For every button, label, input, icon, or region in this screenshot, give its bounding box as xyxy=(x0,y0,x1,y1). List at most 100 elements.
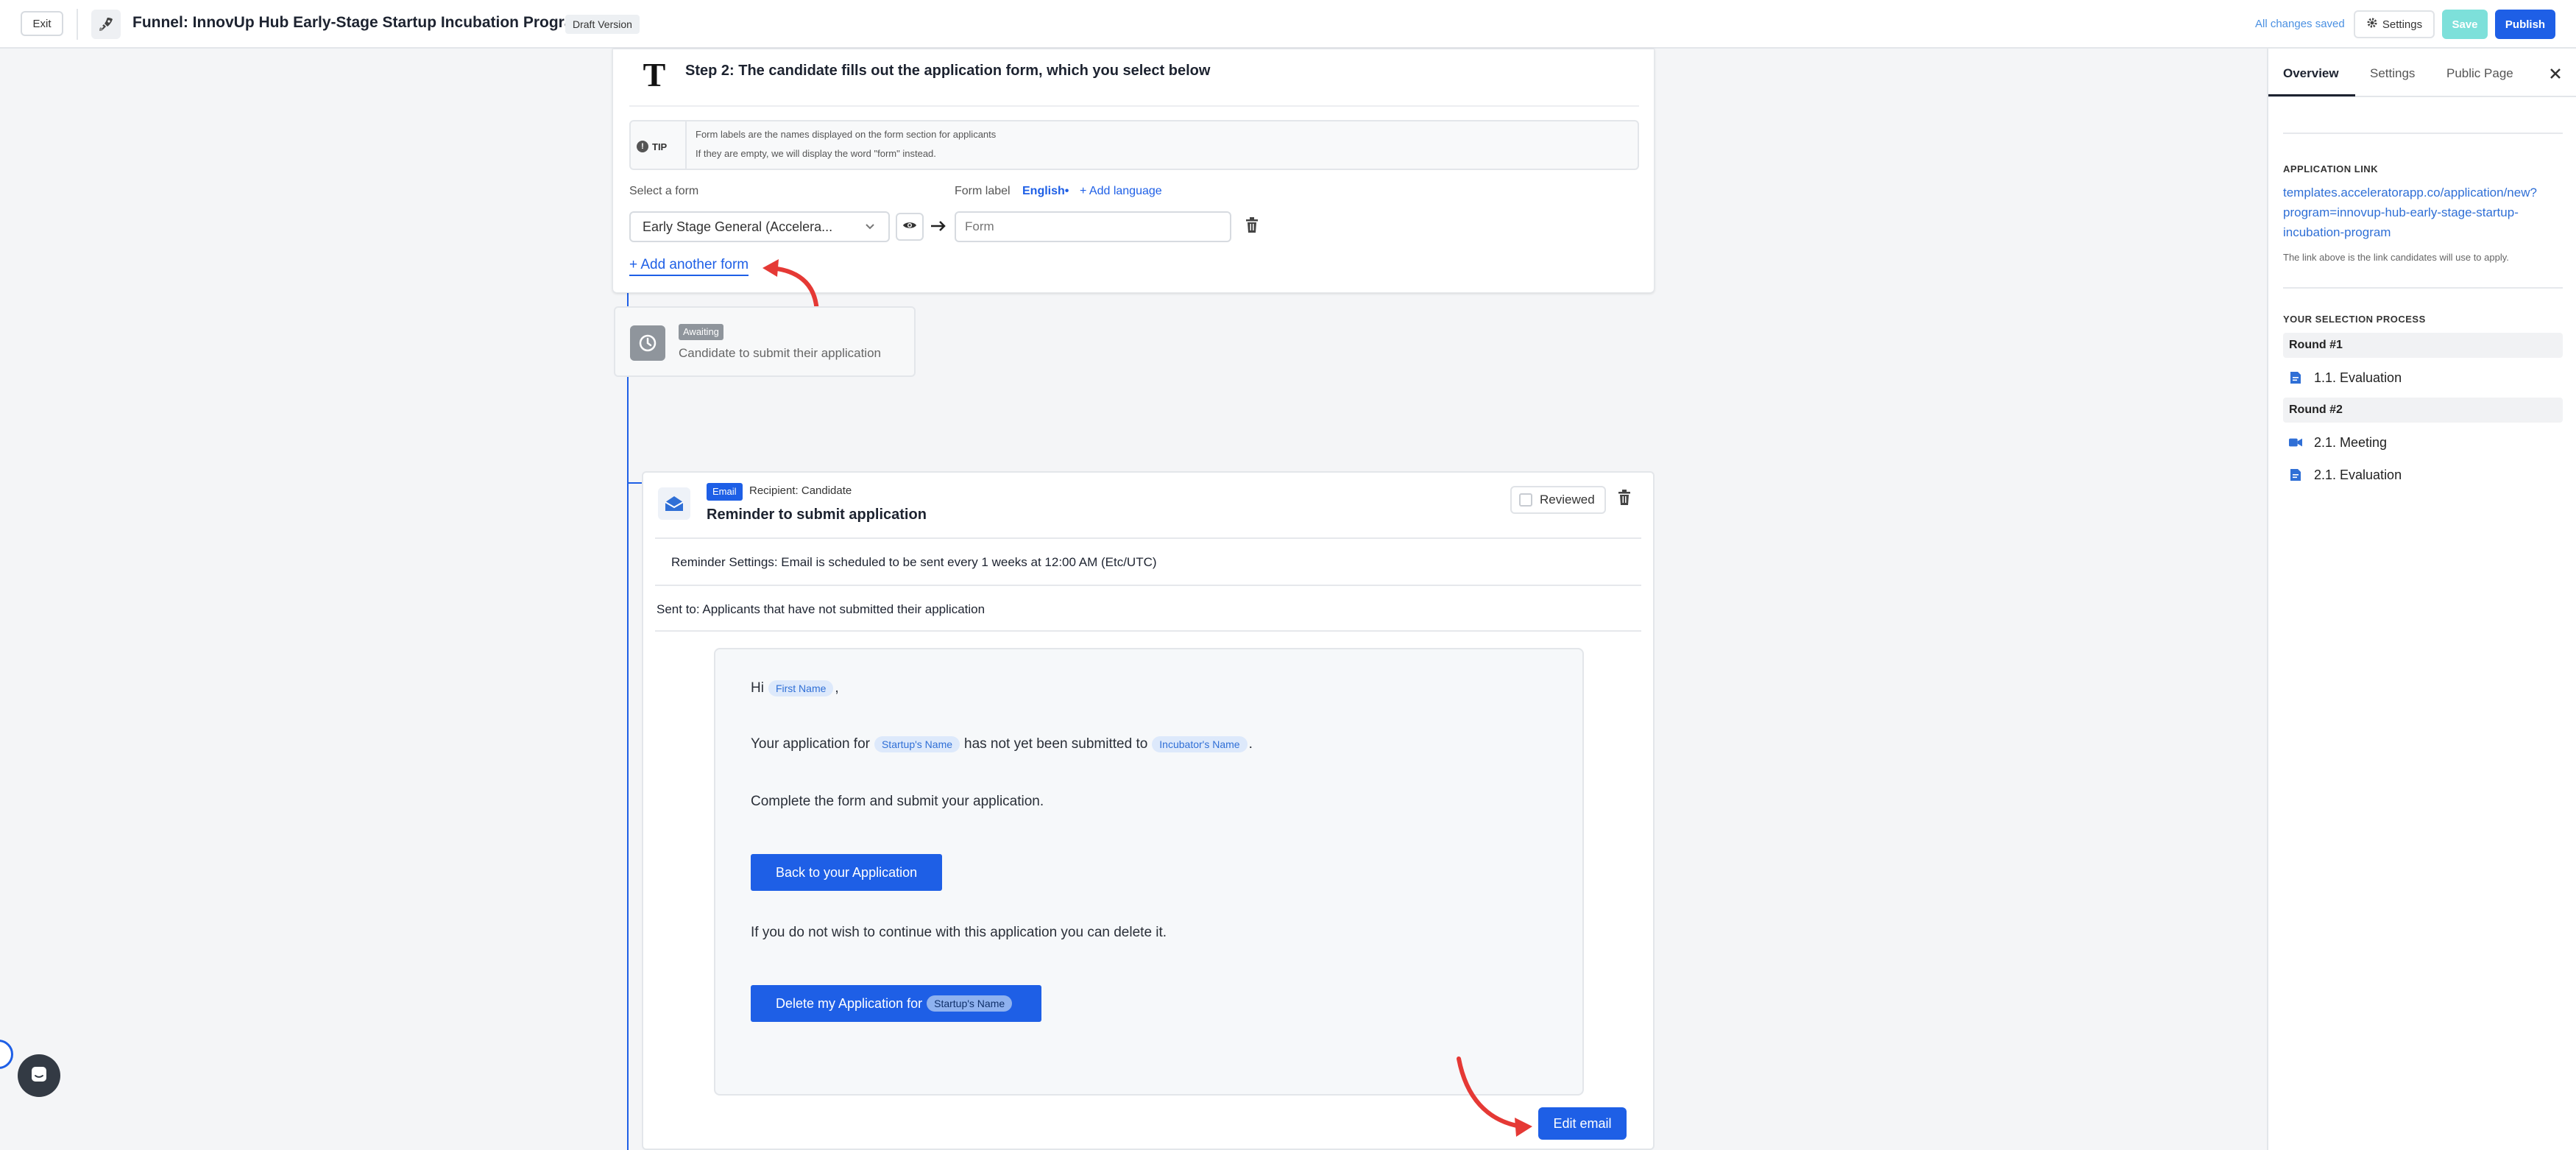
flow-connector-branch xyxy=(627,482,642,484)
page-title: Funnel: InnovUp Hub Early-Stage Startup … xyxy=(132,14,587,31)
eye-icon xyxy=(902,220,917,234)
sidebar-step-meeting[interactable]: 2.1. Meeting xyxy=(2289,431,2387,454)
startup-name-token: Startup's Name xyxy=(874,736,960,752)
greeting-text: Hi xyxy=(751,680,764,696)
startup-name-token: Startup's Name xyxy=(927,995,1013,1012)
awaiting-text: Candidate to submit their application xyxy=(679,346,881,360)
incubator-name-token: Incubator's Name xyxy=(1152,736,1248,752)
step-label: 2.1. Meeting xyxy=(2314,434,2388,450)
sent-to-label: Sent to: Applicants that have not submit… xyxy=(657,602,986,616)
step-label: 2.1. Evaluation xyxy=(2314,467,2402,482)
email-title: Reminder to submit application xyxy=(707,507,927,523)
line2-part-a: Your application for xyxy=(751,736,870,752)
trash-icon xyxy=(1618,489,1631,509)
language-label: English xyxy=(1022,185,1065,197)
gear-icon xyxy=(2366,17,2378,32)
clock-icon xyxy=(630,325,665,361)
tab-overview[interactable]: Overview xyxy=(2283,66,2339,81)
tip-box: ! TIP Form labels are the names displaye… xyxy=(629,120,1639,170)
tab-settings[interactable]: Settings xyxy=(2370,66,2415,81)
info-icon: ! xyxy=(637,141,648,152)
sidebar-step-evaluation[interactable]: 2.1. Evaluation xyxy=(2289,464,2402,486)
flow-connector xyxy=(627,294,629,1150)
step2-title: Step 2: The candidate fills out the appl… xyxy=(685,63,1211,79)
application-link-heading: APPLICATION LINK xyxy=(2283,163,2379,174)
settings-label: Settings xyxy=(2382,18,2423,31)
reviewed-label: Reviewed xyxy=(1540,493,1595,507)
step-label: 1.1. Evaluation xyxy=(2314,370,2402,385)
form-select-value: Early Stage General (Accelera... xyxy=(643,219,833,234)
divider xyxy=(655,630,1641,632)
application-link-note: The link above is the link candidates wi… xyxy=(2283,252,2509,263)
chat-launcher-button[interactable] xyxy=(18,1054,60,1097)
reminder-settings: Reminder Settings: Email is scheduled to… xyxy=(671,555,1157,569)
form-label-label: Form label xyxy=(955,185,1011,197)
delete-email-button[interactable] xyxy=(1613,487,1635,511)
delete-button-label: Delete my Application for xyxy=(776,995,923,1011)
preview-form-button[interactable] xyxy=(896,213,924,241)
form-select[interactable]: Early Stage General (Accelera... xyxy=(629,211,890,242)
language-selector[interactable]: English• xyxy=(1022,185,1069,198)
save-button[interactable]: Save xyxy=(2442,10,2488,39)
chat-icon xyxy=(29,1065,49,1087)
add-another-form-link[interactable]: + Add another form xyxy=(629,257,749,276)
publish-button[interactable]: Publish xyxy=(2495,10,2555,39)
line2-end: . xyxy=(1248,736,1253,752)
exit-button[interactable]: Exit xyxy=(21,11,63,36)
divider xyxy=(655,585,1641,586)
checkbox[interactable] xyxy=(1519,493,1532,507)
greeting-line: Hi First Name , xyxy=(751,680,839,696)
tab-public-page[interactable]: Public Page xyxy=(2446,66,2513,81)
awaiting-badge: Awaiting xyxy=(679,324,723,340)
reviewed-checkbox[interactable]: Reviewed xyxy=(1510,486,1606,514)
help-widget-edge[interactable] xyxy=(0,1040,13,1069)
edit-email-button[interactable]: Edit email xyxy=(1538,1107,1627,1140)
close-icon[interactable] xyxy=(2548,63,2563,86)
tip-label: ! TIP xyxy=(637,136,667,157)
tip-text-label: TIP xyxy=(652,141,668,152)
envelope-open-icon xyxy=(658,487,690,520)
email-card: Email Recipient: Candidate Reminder to s… xyxy=(642,471,1655,1150)
arrow-right-icon xyxy=(930,213,947,244)
divider xyxy=(2283,287,2563,289)
draft-version-badge: Draft Version xyxy=(565,15,640,34)
tip-line-1: Form labels are the names displayed on t… xyxy=(696,129,997,140)
round-label: Round #1 xyxy=(2283,333,2563,358)
email-badge: Email xyxy=(707,483,743,501)
select-form-label: Select a form xyxy=(629,185,699,197)
form-label-input[interactable] xyxy=(955,211,1231,242)
first-name-token: First Name xyxy=(768,680,834,696)
add-language-link[interactable]: + Add language xyxy=(1080,185,1162,198)
video-camera-icon xyxy=(2289,436,2302,449)
line2-part-b: has not yet been submitted to xyxy=(964,736,1148,752)
back-to-application-button[interactable]: Back to your Application xyxy=(751,854,943,891)
instruction-line: Complete the form and submit your applic… xyxy=(751,794,1044,809)
tip-line-2: If they are empty, we will display the w… xyxy=(696,148,936,159)
save-status: All changes saved xyxy=(2255,18,2345,30)
right-sidebar: Overview Settings Public Page APPLICATIO… xyxy=(2267,49,2576,1150)
greeting-comma: , xyxy=(835,680,839,696)
document-icon xyxy=(2289,468,2302,481)
active-tab-indicator xyxy=(2268,94,2355,96)
divider xyxy=(655,537,1641,539)
delete-info-line: If you do not wish to continue with this… xyxy=(751,925,1167,940)
email-preview: Hi First Name , Your application for Sta… xyxy=(714,648,1584,1096)
rocket-icon xyxy=(91,10,121,39)
recipient-label: Recipient: Candidate xyxy=(749,484,852,497)
awaiting-card: Awaiting Candidate to submit their appli… xyxy=(614,306,916,377)
delete-application-button[interactable]: Delete my Application for Startup's Name xyxy=(751,985,1042,1022)
selection-process-heading: YOUR SELECTION PROCESS xyxy=(2283,314,2426,325)
settings-button[interactable]: Settings xyxy=(2354,10,2435,38)
chevron-down-icon xyxy=(865,213,875,241)
application-link[interactable]: templates.acceleratorapp.co/application/… xyxy=(2283,183,2563,242)
top-bar: Exit Funnel: InnovUp Hub Early-Stage Sta… xyxy=(0,0,2576,49)
divider xyxy=(629,105,1639,107)
sidebar-step-evaluation[interactable]: 1.1. Evaluation xyxy=(2289,367,2402,389)
round-label: Round #2 xyxy=(2283,398,2563,423)
step2-card: T Step 2: The candidate fills out the ap… xyxy=(612,49,1655,293)
document-icon xyxy=(2289,371,2302,384)
application-status-line: Your application for Startup's Name has … xyxy=(751,736,1253,752)
delete-form-button[interactable] xyxy=(1243,216,1261,238)
dropdown-dot-icon: • xyxy=(1064,185,1069,197)
annotation-arrow xyxy=(1457,1056,1532,1137)
